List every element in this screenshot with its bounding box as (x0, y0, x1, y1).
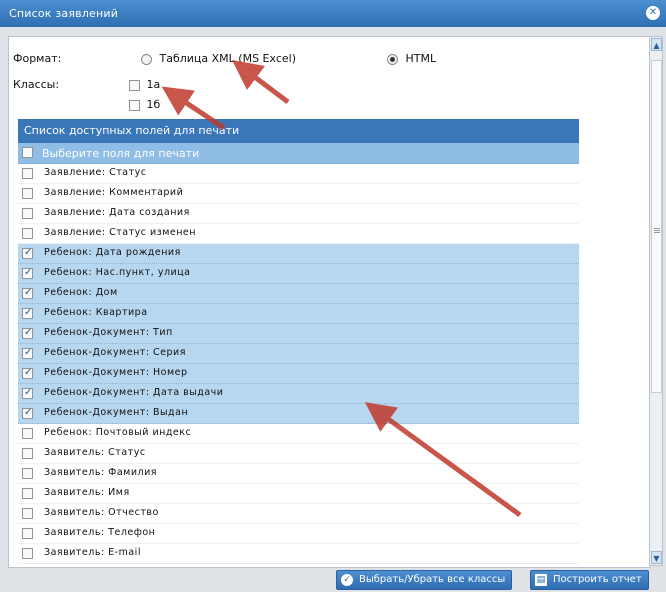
check-circle-icon: ✓ (341, 574, 353, 586)
format-option-xml[interactable]: Таблица XML (MS Excel) (141, 52, 296, 65)
field-checkbox[interactable] (22, 267, 33, 279)
field-label: Ребенок: Дом (44, 287, 118, 298)
field-checkbox[interactable] (22, 168, 33, 179)
build-report-label: Построить отчет (553, 574, 642, 585)
dialog-title: Список заявлений (9, 7, 119, 20)
field-row[interactable]: Заявление: Статус (18, 164, 579, 184)
field-label: Ребенок-Документ: Дата выдачи (44, 387, 224, 398)
field-row[interactable]: Заявитель: Фамилия (18, 464, 579, 484)
field-row[interactable]: Ребенок-Документ: Дата выдачи (18, 384, 579, 404)
field-row[interactable]: Ребенок: Квартира (18, 304, 579, 324)
print-applications-dialog: Список заявлений ✕ Формат: Таблица XML (… (0, 0, 666, 592)
field-row[interactable]: Ребенок: Дом (18, 284, 579, 304)
field-checkbox[interactable] (22, 208, 33, 219)
field-label: Заявитель: Фамилия (44, 467, 157, 478)
field-label: Ребенок-Документ: Серия (44, 347, 186, 358)
radio-html[interactable] (387, 53, 398, 65)
field-row[interactable]: Ребенок-Документ: Тип (18, 324, 579, 344)
field-label: Заявитель: Статус (44, 447, 146, 458)
field-checkbox[interactable] (22, 367, 33, 379)
class-option-1a-label: 1а (146, 78, 161, 91)
field-row[interactable]: Заявитель: Имя (18, 484, 579, 504)
field-row[interactable]: Ребенок-Документ: Серия (18, 344, 579, 364)
field-checkbox[interactable] (22, 468, 33, 479)
field-row[interactable]: Ребенок-Документ: Номер (18, 364, 579, 384)
format-option-html-label: HTML (405, 52, 437, 65)
field-row[interactable]: Ребенок-Документ: Выдан (18, 404, 579, 424)
field-label: Заявитель: Имя (44, 487, 130, 498)
field-label: Заявление: Дата создания (44, 207, 190, 218)
field-checkbox[interactable] (22, 228, 33, 239)
field-row[interactable]: Заявление: Дата создания (18, 204, 579, 224)
field-row[interactable]: Заявитель: Отчество (18, 504, 579, 524)
field-checkbox[interactable] (22, 247, 33, 259)
field-row[interactable]: Ребенок: Почтовый индекс (18, 424, 579, 444)
field-checkbox[interactable] (22, 387, 33, 399)
button-bar: ✓ Выбрать/Убрать все классы ▤ Построить … (0, 568, 666, 592)
field-label: Заявление: Комментарий (44, 187, 184, 198)
dialog-titlebar: Список заявлений ✕ (0, 0, 666, 27)
field-label: Ребенок-Документ: Выдан (44, 407, 189, 418)
field-row[interactable]: Ребенок: Нас.пункт, улица (18, 264, 579, 284)
field-checkbox[interactable] (22, 528, 33, 539)
toggle-all-classes-button[interactable]: ✓ Выбрать/Убрать все классы (336, 570, 513, 590)
class-checkbox-1b[interactable] (129, 99, 140, 111)
field-checkbox[interactable] (22, 488, 33, 499)
field-row[interactable]: Заявитель: Статус (18, 444, 579, 464)
printer-icon: ▤ (535, 574, 547, 586)
field-checkbox[interactable] (22, 448, 33, 459)
classes-label: Классы: (13, 78, 60, 91)
field-checkbox[interactable] (22, 327, 33, 339)
field-checkbox[interactable] (22, 287, 33, 299)
build-report-button[interactable]: ▤ Построить отчет (530, 570, 649, 590)
field-row[interactable]: Заявление: Комментарий (18, 184, 579, 204)
vertical-scrollbar[interactable]: ▲ ▼ (649, 36, 663, 566)
format-label: Формат: (13, 52, 62, 65)
class-option-1a[interactable]: 1а (129, 78, 160, 91)
field-checkbox[interactable] (22, 347, 33, 359)
field-label: Ребенок: Нас.пункт, улица (44, 267, 191, 278)
field-checkbox[interactable] (22, 307, 33, 319)
fields-list-header-label: Выберите поля для печати (42, 147, 200, 160)
field-label: Ребенок: Дата рождения (44, 247, 181, 258)
field-label: Заявитель: Телефон (44, 527, 156, 538)
radio-xml[interactable] (141, 53, 152, 65)
close-icon[interactable]: ✕ (646, 6, 660, 20)
format-option-xml-label: Таблица XML (MS Excel) (159, 52, 297, 65)
toggle-all-classes-label: Выбрать/Убрать все классы (359, 574, 506, 585)
field-label: Заявитель: Отчество (44, 507, 159, 518)
field-checkbox[interactable] (22, 428, 33, 439)
fields-list-rows: Заявление: Статус Заявление: Комментарий З… (18, 164, 579, 564)
scrollbar-thumb[interactable] (651, 60, 662, 393)
field-label: Заявление: Статус (44, 167, 147, 178)
field-row[interactable]: Заявитель: E-mail (18, 544, 579, 564)
field-row[interactable]: Заявление: Статус изменен (18, 224, 579, 244)
fields-panel-title: Список доступных полей для печати (18, 119, 579, 143)
field-label: Ребенок-Документ: Номер (44, 367, 188, 378)
select-all-checkbox[interactable] (22, 147, 33, 158)
field-row[interactable]: Заявитель: Телефон (18, 524, 579, 544)
class-checkbox-1a[interactable] (129, 79, 140, 91)
field-label: Ребенок: Квартира (44, 307, 148, 318)
scroll-up-icon[interactable]: ▲ (651, 38, 662, 51)
class-option-1b-label: 1б (146, 98, 161, 111)
field-label: Ребенок-Документ: Тип (44, 327, 173, 338)
fields-list: Выберите поля для печати Заявление: Стат… (18, 143, 579, 564)
scrollbar-grip-icon (654, 228, 660, 229)
field-label: Заявитель: E-mail (44, 547, 141, 558)
field-checkbox[interactable] (22, 548, 33, 559)
field-label: Ребенок: Почтовый индекс (44, 427, 192, 438)
field-label: Заявление: Статус изменен (44, 227, 196, 238)
field-checkbox[interactable] (22, 407, 33, 419)
fields-list-header: Выберите поля для печати (18, 143, 579, 164)
field-row[interactable]: Ребенок: Дата рождения (18, 244, 579, 264)
class-option-1b[interactable]: 1б (129, 98, 160, 111)
format-option-html[interactable]: HTML (387, 52, 436, 65)
dialog-content: Формат: Таблица XML (MS Excel) HTML Клас… (8, 36, 651, 568)
scroll-down-icon[interactable]: ▼ (651, 551, 662, 564)
field-checkbox[interactable] (22, 508, 33, 519)
field-checkbox[interactable] (22, 188, 33, 199)
